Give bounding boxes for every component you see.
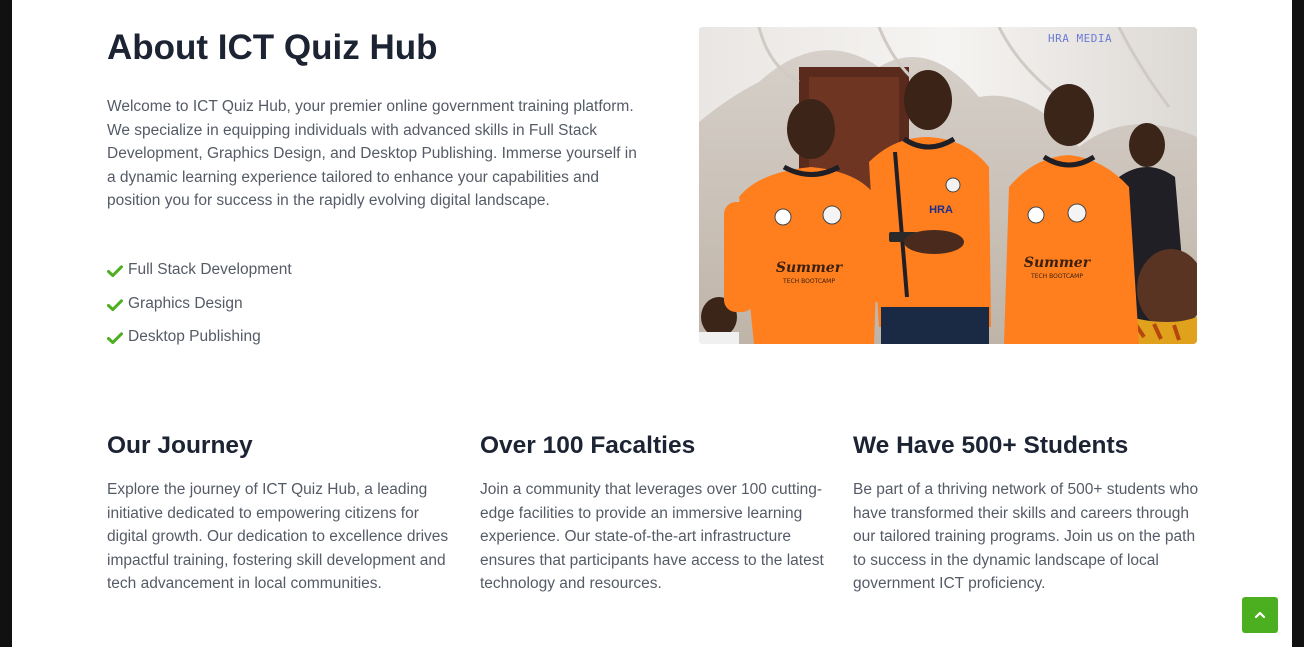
shirt-logo-subtext: TECH BOOTCAMP [1030, 273, 1083, 280]
feature-description: Be part of a thriving network of 500+ st… [853, 481, 1199, 593]
team-photo: Summer TECH BOOTCAMP HRA Summer TECH BOO… [699, 27, 1197, 344]
chevron-up-icon [1254, 611, 1266, 619]
checklist-item: Desktop Publishing [107, 328, 292, 362]
checklist-item: Graphics Design [107, 295, 292, 329]
feature-title: Over 100 Facalties [480, 432, 696, 459]
feature-description: Explore the journey of ICT Quiz Hub, a l… [107, 481, 449, 593]
checklist-item: Full Stack Development [107, 261, 292, 295]
feature-title: We Have 500+ Students [853, 432, 1129, 459]
shirt-logo-subtext: TECH BOOTCAMP [782, 278, 835, 285]
feature-description: Join a community that leverages over 100… [480, 481, 824, 593]
shirt-logo-text: Summer [1024, 255, 1092, 271]
checklist-label: Desktop Publishing [128, 328, 261, 345]
shirt-logo-text: Summer [776, 260, 844, 276]
checklist-label: Graphics Design [128, 294, 243, 312]
checklist-label: Full Stack Development [128, 261, 292, 278]
shirt-badge-text: HRA [929, 204, 953, 216]
about-description: Welcome to ICT Quiz Hub, your premier on… [107, 98, 637, 210]
skills-checklist: Full Stack Development Graphics Design D… [107, 261, 292, 362]
back-to-top-button[interactable] [1242, 597, 1278, 633]
check-icon [107, 332, 123, 345]
about-section: About ICT Quiz Hub Welcome to ICT Quiz H… [12, 0, 1292, 647]
check-icon [107, 265, 123, 278]
feature-title: Our Journey [107, 432, 253, 459]
feature-journey: Our Journey Explore the journey of ICT Q… [107, 432, 457, 596]
feature-facilities: Over 100 Facalties Join a community that… [480, 432, 830, 596]
feature-students: We Have 500+ Students Be part of a thriv… [853, 432, 1203, 596]
photo-watermark: HRA MEDIA [1048, 32, 1113, 45]
team-photo-illustration: Summer TECH BOOTCAMP HRA Summer TECH BOO… [699, 27, 1197, 344]
about-title: About ICT Quiz Hub [107, 28, 438, 67]
check-icon [107, 298, 123, 311]
